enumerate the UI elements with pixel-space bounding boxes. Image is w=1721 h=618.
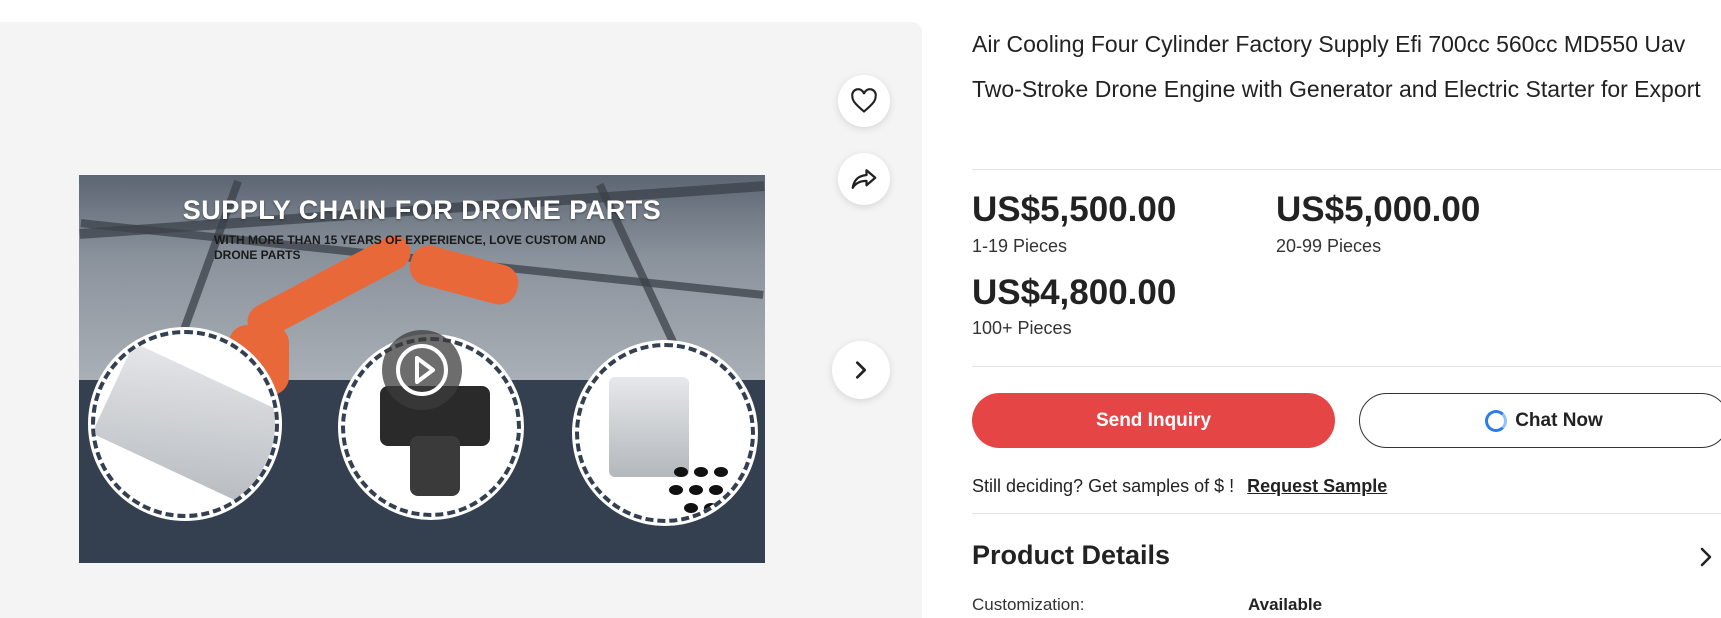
- heart-icon: [851, 88, 877, 113]
- chevron-right-icon: [855, 361, 867, 379]
- send-inquiry-button[interactable]: Send Inquiry: [972, 393, 1335, 448]
- spec-label: Customization:: [972, 595, 1085, 614]
- qty-tier-3: 100+ Pieces: [972, 318, 1072, 338]
- next-image-button[interactable]: [832, 341, 890, 399]
- divider: [972, 366, 1721, 367]
- play-icon: [396, 344, 448, 396]
- chat-now-button[interactable]: Chat Now: [1359, 393, 1721, 448]
- sample-text: Still deciding? Get samples of $ !: [972, 476, 1235, 496]
- chevron-right-icon: [1700, 547, 1712, 567]
- product-video-thumbnail[interactable]: SUPPLY CHAIN FOR DRONE PARTS WITH MORE T…: [79, 175, 765, 563]
- spec-value: Available: [1248, 595, 1323, 614]
- banner-subtitle: WITH MORE THAN 15 YEARS OF EXPERIENCE, L…: [214, 233, 606, 262]
- price-tier-2: US$5,000.00: [1276, 190, 1481, 229]
- banner-title: SUPPLY CHAIN FOR DRONE PARTS: [182, 195, 662, 225]
- qty-tier-2: 20-99 Pieces: [1276, 236, 1382, 256]
- chat-now-label: Chat Now: [1515, 409, 1603, 431]
- sample-row: Still deciding? Get samples of $ ! Reque…: [972, 476, 1387, 497]
- part-image-housing: [91, 330, 279, 518]
- price-tier-1: US$5,500.00: [972, 190, 1177, 229]
- request-sample-link[interactable]: Request Sample: [1247, 476, 1387, 496]
- product-details-expand[interactable]: [1696, 544, 1716, 575]
- divider: [972, 169, 1721, 170]
- product-gallery: SUPPLY CHAIN FOR DRONE PARTS WITH MORE T…: [0, 22, 922, 618]
- chat-icon: [1485, 409, 1508, 432]
- product-title: Air Cooling Four Cylinder Factory Supply…: [972, 31, 1701, 102]
- play-video-button[interactable]: [382, 330, 462, 410]
- price-tier-3: US$4,800.00: [972, 273, 1177, 312]
- qty-tier-1: 1-19 Pieces: [972, 236, 1068, 256]
- share-button[interactable]: [838, 153, 890, 205]
- favorite-button[interactable]: [838, 75, 890, 127]
- divider: [972, 513, 1721, 514]
- product-details-heading: Product Details: [972, 540, 1171, 570]
- share-icon: [851, 169, 877, 189]
- part-image-servo: [575, 343, 755, 523]
